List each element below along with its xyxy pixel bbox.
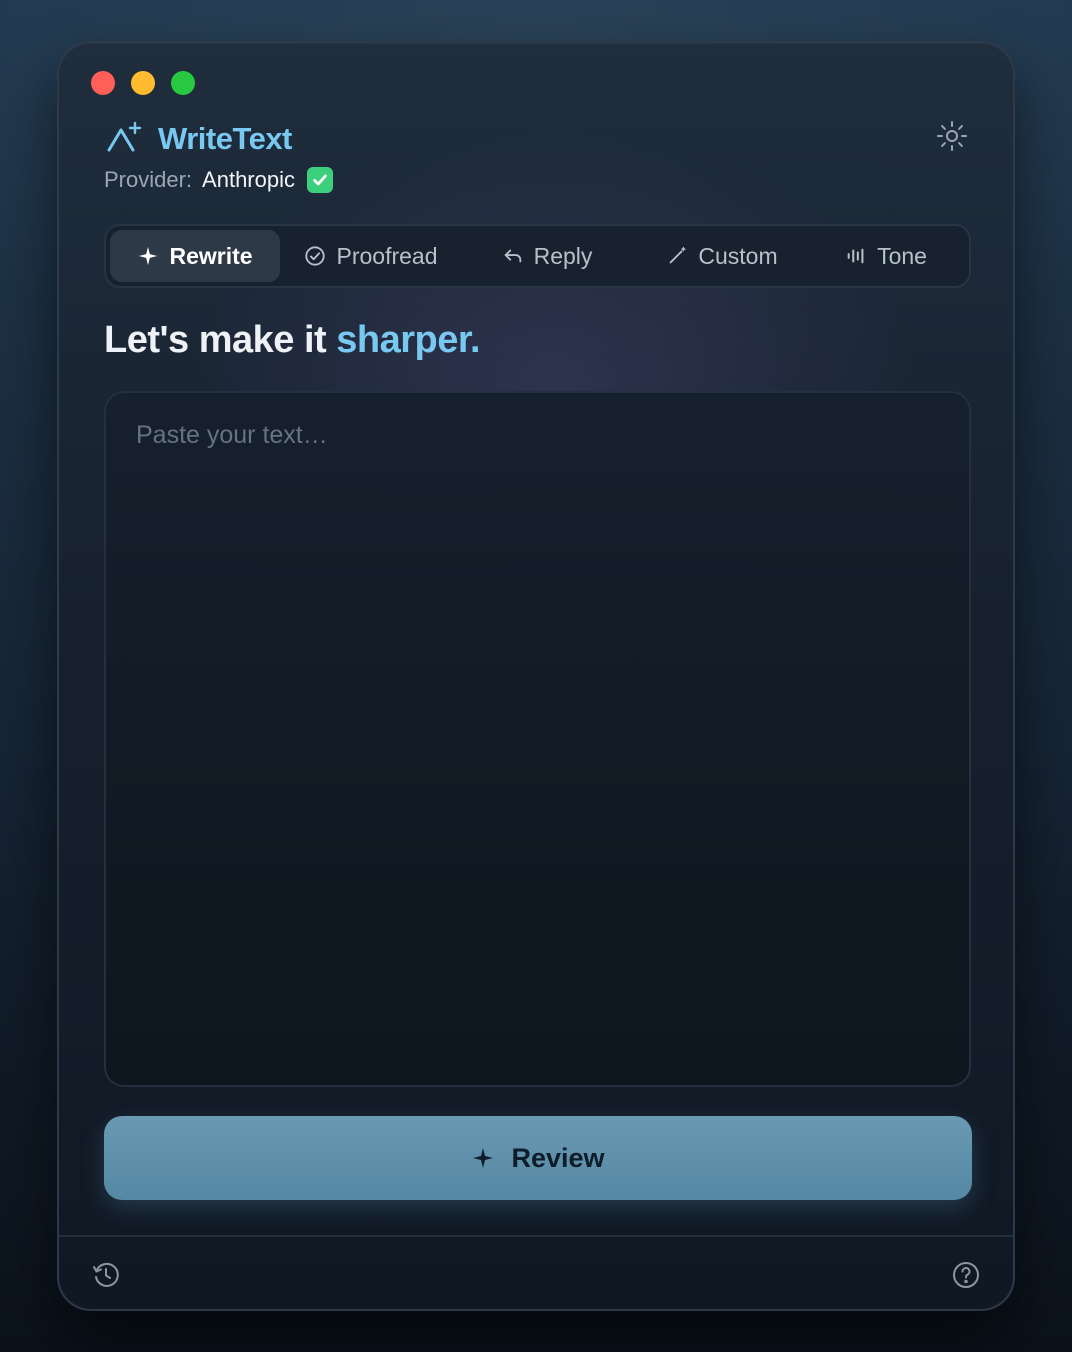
verified-check-icon (307, 167, 333, 193)
tab-label: Proofread (336, 242, 438, 269)
close-window-button[interactable] (91, 71, 115, 95)
pen-sparkle-icon (107, 121, 142, 152)
sun-gear-icon[interactable] (935, 119, 969, 153)
tab-tone[interactable]: Tone (812, 230, 960, 282)
headline-accent: sharper. (336, 319, 481, 361)
sparkle-icon (473, 1148, 494, 1168)
app-title: WriteText (158, 121, 292, 156)
provider-status: Provider: Anthropic (104, 167, 333, 193)
headline-prefix: Let's make it (104, 319, 327, 361)
review-label: Review (511, 1142, 605, 1173)
help-circle-icon[interactable] (951, 1260, 981, 1290)
footer-divider (59, 1235, 1013, 1237)
provider-label: Provider: (104, 167, 193, 192)
tab-proofread[interactable]: Proofread (280, 230, 462, 282)
mode-tabs: Rewrite Proofread Reply Custom Tone (104, 224, 971, 288)
bars-icon (847, 248, 864, 264)
tab-rewrite[interactable]: Rewrite (110, 230, 280, 282)
reply-arrow-icon (504, 249, 521, 263)
tab-label: Custom (698, 242, 778, 269)
pencil-icon (670, 247, 686, 264)
tab-reply[interactable]: Reply (462, 230, 632, 282)
window-controls (91, 71, 195, 95)
review-button[interactable]: Review (104, 1116, 972, 1200)
sparkle-icon (139, 246, 158, 266)
text-input[interactable] (104, 391, 971, 1087)
provider-name: Anthropic (202, 167, 295, 192)
tab-label: Reply (533, 242, 593, 269)
zoom-window-button[interactable] (171, 71, 195, 95)
minimize-window-button[interactable] (131, 71, 155, 95)
tab-label: Rewrite (169, 242, 253, 269)
app-brand: WriteText (104, 119, 292, 159)
page-headline: Let's make it sharper. (104, 319, 481, 362)
history-icon[interactable] (91, 1260, 121, 1290)
check-circle-icon (305, 246, 326, 266)
app-window: WriteText Provider: Anthropic Rewrite Pr… (57, 41, 1015, 1311)
tab-label: Tone (877, 242, 927, 269)
tab-custom[interactable]: Custom (632, 230, 812, 282)
